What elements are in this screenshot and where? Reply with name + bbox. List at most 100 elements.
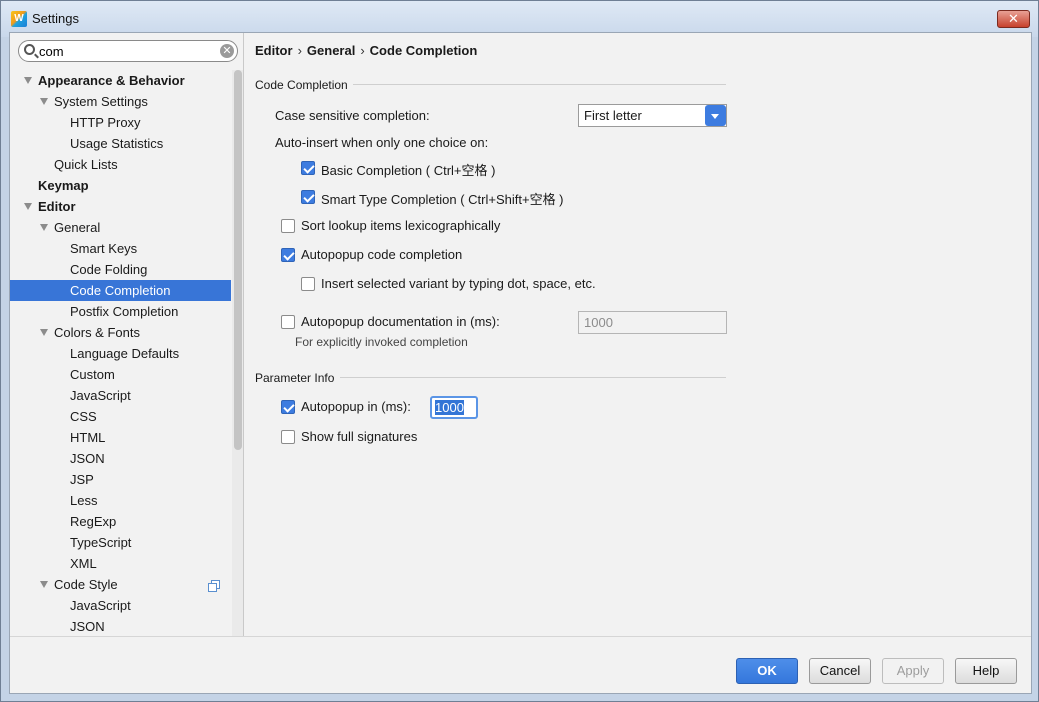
help-button[interactable]: Help bbox=[955, 658, 1017, 684]
tree-node-html[interactable]: HTML bbox=[10, 427, 231, 448]
ok-button[interactable]: OK bbox=[736, 658, 798, 684]
tree-node-label: Smart Keys bbox=[70, 241, 138, 256]
tree-node-label: Language Defaults bbox=[70, 346, 180, 361]
search-box[interactable]: ✕ bbox=[18, 40, 238, 62]
basic-completion-label[interactable]: Basic Completion ( Ctrl+空格 ) bbox=[321, 160, 495, 179]
tree-node-quick-lists[interactable]: Quick Lists bbox=[10, 154, 231, 175]
dialog-footer: OK Cancel Apply Help bbox=[10, 636, 1031, 693]
autopopup-doc-field: 1000 bbox=[578, 311, 727, 334]
tree-node-less[interactable]: Less bbox=[10, 490, 231, 511]
breadcrumb-editor: Editor bbox=[255, 43, 293, 58]
tree-node-general[interactable]: General bbox=[10, 217, 231, 238]
tree-node-smart-keys[interactable]: Smart Keys bbox=[10, 238, 231, 259]
parameter-autopopup-value[interactable]: 1000 bbox=[435, 400, 464, 415]
tree-node-custom[interactable]: Custom bbox=[10, 364, 231, 385]
expand-arrow-icon[interactable] bbox=[40, 224, 48, 231]
close-button[interactable]: ✕ bbox=[997, 10, 1030, 28]
tree-node-label: Keymap bbox=[38, 178, 89, 193]
search-icon bbox=[24, 44, 35, 55]
breadcrumb-separator: › bbox=[297, 43, 302, 58]
expand-arrow-icon[interactable] bbox=[24, 77, 32, 84]
tree-node-xml[interactable]: XML bbox=[10, 553, 231, 574]
cancel-button[interactable]: Cancel bbox=[809, 658, 871, 684]
breadcrumb-general: General bbox=[306, 43, 356, 58]
settings-content: Editor › General › Code Completion Code Comp… bbox=[245, 33, 1031, 636]
tree-node-language-defaults[interactable]: Language Defaults bbox=[10, 343, 231, 364]
autopopup-code-label[interactable]: Autopopup code completion bbox=[301, 247, 462, 262]
parameter-autopopup-field[interactable]: 1000 bbox=[430, 396, 478, 419]
tree-node-label: Custom bbox=[70, 367, 115, 382]
auto-insert-label: Auto-insert when only one choice on: bbox=[275, 135, 489, 150]
tree-node-regexp[interactable]: RegExp bbox=[10, 511, 231, 532]
tree-node-label: JSP bbox=[70, 472, 94, 487]
autopopup-doc-label[interactable]: Autopopup documentation in (ms): bbox=[301, 314, 500, 329]
tree-node-code-style[interactable]: Code Style bbox=[10, 574, 231, 595]
tree-node-label: JSON bbox=[70, 619, 105, 634]
case-sensitive-value: First letter bbox=[584, 108, 642, 123]
case-sensitive-select[interactable]: First letter bbox=[578, 104, 727, 127]
parameter-autopopup-label[interactable]: Autopopup in (ms): bbox=[301, 399, 411, 414]
tree-node-label: JavaScript bbox=[70, 598, 131, 613]
tree-node-appearance-behavior[interactable]: Appearance & Behavior bbox=[10, 70, 231, 91]
sort-lexico-label[interactable]: Sort lookup items lexicographically bbox=[301, 218, 500, 233]
tree-node-label: Appearance & Behavior bbox=[38, 73, 185, 88]
search-input[interactable] bbox=[39, 43, 209, 59]
tree-node-label: HTTP Proxy bbox=[70, 115, 141, 130]
tree-node-label: Less bbox=[70, 493, 98, 508]
tree-node-http-proxy[interactable]: HTTP Proxy bbox=[10, 112, 231, 133]
tree-node-typescript[interactable]: TypeScript bbox=[10, 532, 231, 553]
expand-arrow-icon[interactable] bbox=[40, 98, 48, 105]
tree-node-label: JSON bbox=[70, 451, 105, 466]
autopopup-code-checkbox[interactable] bbox=[281, 248, 295, 262]
breadcrumb-separator: › bbox=[360, 43, 365, 58]
tree-node-system-settings[interactable]: System Settings bbox=[10, 91, 231, 112]
expand-arrow-icon[interactable] bbox=[40, 581, 48, 588]
tree-scrollbar[interactable] bbox=[232, 70, 243, 636]
tree-node-colors-fonts[interactable]: Colors & Fonts bbox=[10, 322, 231, 343]
show-full-signatures-checkbox[interactable] bbox=[281, 430, 295, 444]
smart-type-checkbox[interactable] bbox=[301, 190, 315, 204]
autopopup-doc-checkbox[interactable] bbox=[281, 315, 295, 329]
tree-node-code-completion[interactable]: Code Completion bbox=[10, 280, 231, 301]
insert-variant-label[interactable]: Insert selected variant by typing dot, s… bbox=[321, 276, 596, 291]
copy-project-icon bbox=[208, 580, 220, 592]
parameter-autopopup-checkbox[interactable] bbox=[281, 400, 295, 414]
smart-type-label[interactable]: Smart Type Completion ( Ctrl+Shift+空格 ) bbox=[321, 189, 564, 208]
tree-node-editor[interactable]: Editor bbox=[10, 196, 231, 217]
expand-arrow-icon[interactable] bbox=[40, 329, 48, 336]
chevron-down-icon[interactable] bbox=[705, 105, 726, 126]
expand-arrow-icon[interactable] bbox=[24, 203, 32, 210]
scrollbar-thumb[interactable] bbox=[234, 70, 242, 450]
tree-node-code-style-json[interactable]: JSON bbox=[10, 616, 231, 636]
settings-tree: Appearance & Behavior System Settings HT… bbox=[10, 70, 232, 636]
settings-window: W Settings ✕ ✕ Appearance & Behavior Sys… bbox=[0, 0, 1039, 702]
tree-node-postfix-completion[interactable]: Postfix Completion bbox=[10, 301, 231, 322]
autopopup-doc-hint: For explicitly invoked completion bbox=[295, 335, 468, 349]
basic-completion-checkbox[interactable] bbox=[301, 161, 315, 175]
sort-lexico-checkbox[interactable] bbox=[281, 219, 295, 233]
tree-node-code-style-javascript[interactable]: JavaScript bbox=[10, 595, 231, 616]
webstorm-app-icon: W bbox=[11, 11, 27, 27]
tree-node-label: Colors & Fonts bbox=[54, 325, 140, 340]
tree-node-label: RegExp bbox=[70, 514, 117, 529]
tree-node-label: General bbox=[54, 220, 101, 235]
tree-node-code-folding[interactable]: Code Folding bbox=[10, 259, 231, 280]
tree-node-label: XML bbox=[70, 556, 97, 571]
insert-variant-checkbox[interactable] bbox=[301, 277, 315, 291]
tree-node-label: Code Style bbox=[54, 577, 118, 592]
apply-button[interactable]: Apply bbox=[882, 658, 944, 684]
tree-node-label: System Settings bbox=[54, 94, 148, 109]
clear-search-icon[interactable]: ✕ bbox=[220, 44, 234, 58]
tree-node-json[interactable]: JSON bbox=[10, 448, 231, 469]
tree-node-javascript[interactable]: JavaScript bbox=[10, 385, 231, 406]
tree-node-keymap[interactable]: Keymap bbox=[10, 175, 231, 196]
tree-node-label: Code Completion bbox=[70, 283, 171, 298]
tree-node-label: Code Folding bbox=[70, 262, 148, 277]
show-full-signatures-label[interactable]: Show full signatures bbox=[301, 429, 417, 444]
tree-node-usage-statistics[interactable]: Usage Statistics bbox=[10, 133, 231, 154]
tree-node-css[interactable]: CSS bbox=[10, 406, 231, 427]
tree-node-label: Quick Lists bbox=[54, 157, 118, 172]
tree-node-jsp[interactable]: JSP bbox=[10, 469, 231, 490]
section-divider bbox=[353, 84, 726, 85]
parameter-info-section-title: Parameter Info bbox=[255, 371, 335, 385]
